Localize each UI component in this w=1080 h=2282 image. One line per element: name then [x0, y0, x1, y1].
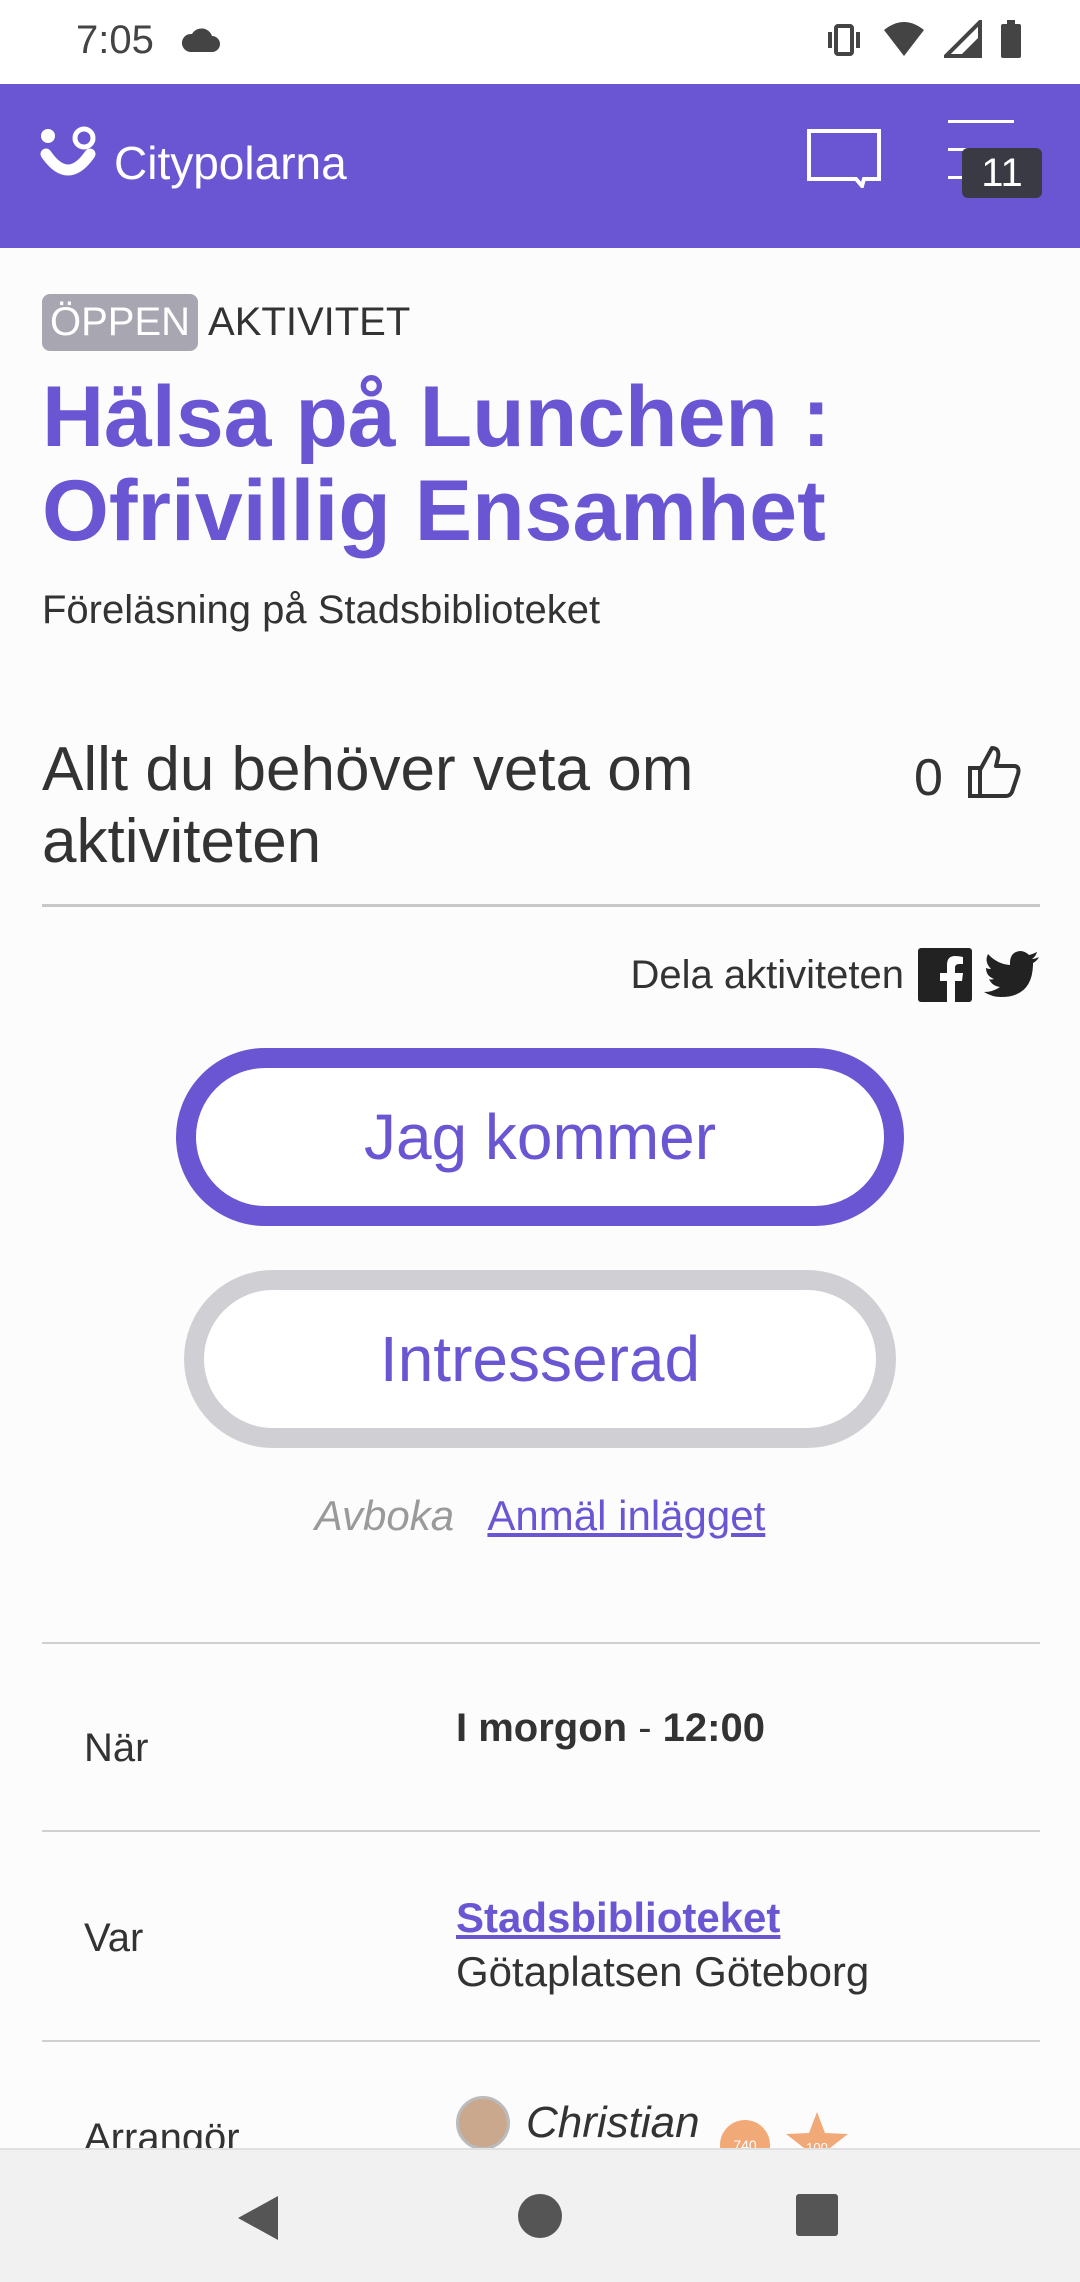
- where-label: Var: [84, 1916, 144, 1960]
- address: Götaplatsen Göteborg: [456, 1948, 870, 1995]
- share-label: Dela aktiviteten: [630, 952, 904, 997]
- when-value: I morgon - 12:00: [456, 1706, 765, 1751]
- brand-name[interactable]: Citypolarna: [114, 136, 347, 190]
- thumbs-up-icon[interactable]: [966, 744, 1022, 800]
- when-label: När: [84, 1726, 149, 1770]
- app-header: Citypolarna 11: [0, 84, 1080, 248]
- attend-button[interactable]: Jag kommer: [176, 1048, 904, 1226]
- twitter-icon[interactable]: [984, 951, 1040, 999]
- share-row: Dela aktiviteten: [631, 948, 1040, 1002]
- cancel-link[interactable]: Avboka: [315, 1492, 454, 1539]
- logo-icon[interactable]: [40, 126, 96, 186]
- action-links: Avboka Anmäl inlägget: [0, 1492, 1080, 1540]
- activity-type: AKTIVITET: [208, 300, 411, 344]
- home-icon[interactable]: [518, 2194, 562, 2238]
- status-time: 7:05: [76, 18, 154, 62]
- event-page: ÖPPEN AKTIVITET Hälsa på Lunchen : Ofriv…: [0, 248, 1080, 2170]
- wifi-icon: [884, 22, 924, 56]
- facebook-icon[interactable]: [918, 948, 972, 1002]
- status-badge: ÖPPEN: [42, 294, 199, 351]
- venue-link[interactable]: Stadsbiblioteket: [456, 1894, 780, 1942]
- when-separator: -: [627, 1706, 663, 1750]
- report-link[interactable]: Anmäl inlägget: [487, 1492, 765, 1539]
- page-title: Hälsa på Lunchen : Ofrivillig Ensamhet: [42, 369, 831, 559]
- back-icon[interactable]: [236, 2194, 280, 2242]
- when-day: I morgon: [456, 1706, 628, 1750]
- battery-icon: [1001, 20, 1021, 58]
- vibrate-icon: [828, 24, 860, 56]
- system-nav-bar: [0, 2148, 1080, 2282]
- divider: [42, 2040, 1040, 2042]
- signal-icon: [944, 20, 982, 58]
- section-heading: Allt du behöver veta om aktiviteten: [42, 735, 694, 876]
- divider: [42, 1642, 1040, 1644]
- event-subtitle: Föreläsning på Stadsbiblioteket: [42, 588, 601, 632]
- divider: [42, 904, 1040, 907]
- event-badge-row: ÖPPEN AKTIVITET: [42, 294, 410, 351]
- organizer-name[interactable]: Christian: [526, 2098, 700, 2148]
- when-time: 12:00: [662, 1706, 765, 1750]
- notification-badge[interactable]: 11: [962, 148, 1042, 198]
- cloud-icon: [181, 28, 220, 52]
- chat-icon[interactable]: [806, 128, 882, 188]
- status-bar: 7:05: [0, 0, 1080, 84]
- recents-icon[interactable]: [796, 2194, 838, 2236]
- divider: [42, 1830, 1040, 1832]
- interested-button[interactable]: Intresserad: [184, 1270, 896, 1448]
- like-count: 0: [914, 749, 943, 807]
- avatar[interactable]: [456, 2096, 510, 2150]
